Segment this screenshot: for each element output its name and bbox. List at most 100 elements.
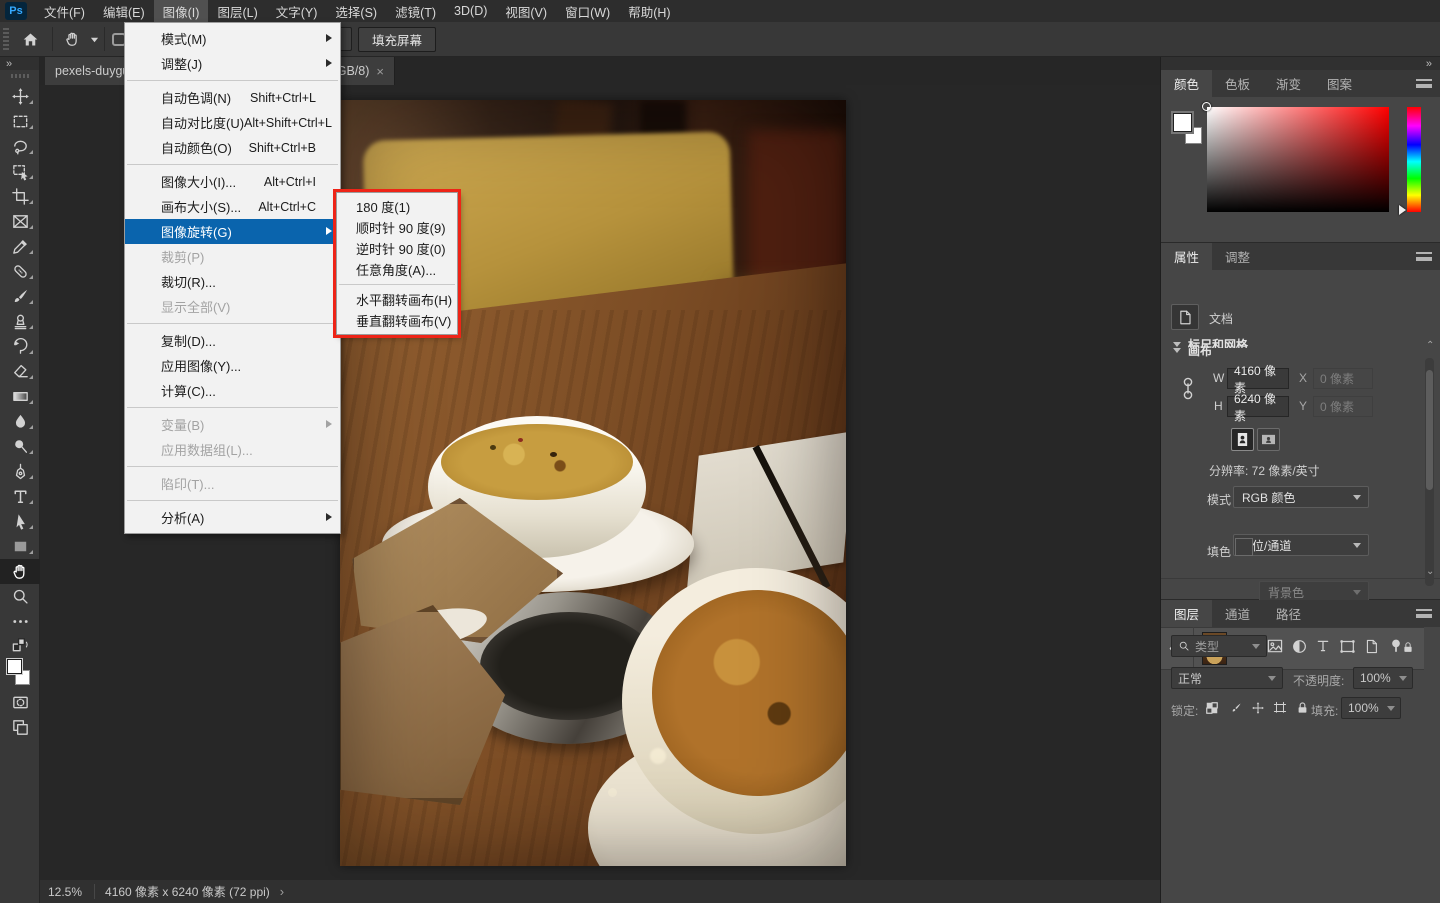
layer-filter-dropdown[interactable]: 类型 (1171, 635, 1267, 657)
menu-window[interactable]: 窗口(W) (556, 0, 619, 22)
filter-pixel-layers-icon[interactable] (1264, 635, 1286, 657)
toolbar-grip[interactable] (11, 74, 29, 78)
toolbar-expand-button[interactable]: » (0, 57, 39, 70)
canvas-section-header[interactable]: 画布 (1173, 342, 1212, 359)
move-tool[interactable] (0, 84, 40, 109)
blend-mode-dropdown[interactable]: 正常 (1171, 667, 1283, 689)
clone-stamp-tool[interactable] (0, 309, 40, 334)
menu-view[interactable]: 视图(V) (496, 0, 556, 22)
link-dimensions-icon[interactable] (1181, 374, 1195, 407)
fill-color-swatch[interactable] (1235, 538, 1253, 556)
blur-tool[interactable] (0, 409, 40, 434)
menu-layer[interactable]: 图层(L) (208, 0, 266, 22)
bit-depth-dropdown[interactable]: 8 位/通道 (1233, 534, 1369, 556)
menu-filter[interactable]: 滤镜(T) (386, 0, 445, 22)
height-field[interactable]: 6240 像素 (1227, 396, 1289, 417)
submenu-item-180[interactable]: 180 度(1) (337, 196, 457, 217)
submenu-item-90-cw[interactable]: 顺时针 90 度(9) (337, 217, 457, 238)
panel-menu-icon[interactable] (1416, 252, 1432, 261)
color-cursor[interactable] (1202, 102, 1211, 111)
color-mode-dropdown[interactable]: RGB 颜色 (1233, 486, 1369, 508)
hand-tool-preset[interactable] (60, 27, 86, 51)
dock-expand-button[interactable]: » (1426, 58, 1432, 70)
home-button[interactable] (16, 27, 44, 51)
x-field[interactable]: 0 像素 (1313, 368, 1373, 389)
lock-artboard-icon[interactable] (1269, 697, 1291, 719)
menu-item-trim[interactable]: 裁切(R)... (125, 269, 340, 294)
quick-mask-button[interactable] (0, 690, 40, 715)
submenu-item-flip-vertical[interactable]: 垂直翻转画布(V) (337, 310, 457, 331)
menu-help[interactable]: 帮助(H) (619, 0, 679, 22)
swap-colors-button[interactable] (0, 634, 40, 656)
tab-patterns[interactable]: 图案 (1314, 70, 1365, 97)
scroll-up-icon[interactable]: ⌃ (1426, 340, 1434, 351)
options-grip[interactable] (3, 28, 9, 50)
foreground-background-swatches[interactable] (0, 656, 40, 690)
menu-select[interactable]: 选择(S) (326, 0, 386, 22)
filter-shape-layers-icon[interactable] (1336, 635, 1358, 657)
rectangle-tool[interactable] (0, 534, 40, 559)
crop-tool[interactable] (0, 184, 40, 209)
menu-item-adjustments[interactable]: 调整(J) (125, 51, 340, 76)
saturation-field[interactable] (1207, 107, 1389, 212)
panel-menu-icon[interactable] (1416, 79, 1432, 88)
scroll-down-icon[interactable]: ⌄ (1426, 566, 1434, 577)
fill-opacity-field[interactable]: 100% (1341, 697, 1401, 719)
opacity-field[interactable]: 100% (1353, 667, 1413, 689)
y-field[interactable]: 0 像素 (1313, 396, 1373, 417)
submenu-item-flip-horizontal[interactable]: 水平翻转画布(H) (337, 289, 457, 310)
frame-tool[interactable] (0, 209, 40, 234)
tab-paths[interactable]: 路径 (1263, 600, 1314, 627)
lasso-tool[interactable] (0, 134, 40, 159)
tab-color[interactable]: 颜色 (1161, 70, 1212, 97)
lock-transparency-icon[interactable] (1201, 697, 1223, 719)
menu-3d[interactable]: 3D(D) (445, 0, 496, 22)
menu-item-image-size[interactable]: 图像大小(I)...Alt+Ctrl+I (125, 169, 340, 194)
panel-menu-icon[interactable] (1416, 609, 1432, 618)
tab-swatches[interactable]: 色板 (1212, 70, 1263, 97)
menu-item-auto-color[interactable]: 自动颜色(O)Shift+Ctrl+B (125, 135, 340, 160)
menu-type[interactable]: 文字(Y) (267, 0, 327, 22)
preset-dropdown[interactable] (88, 27, 100, 51)
menu-item-image-rotation[interactable]: 图像旋转(G) (125, 219, 340, 244)
healing-brush-tool[interactable] (0, 259, 40, 284)
eraser-tool[interactable] (0, 359, 40, 384)
scrollbar-thumb[interactable] (1426, 370, 1433, 490)
document-type-button[interactable] (1171, 304, 1199, 330)
lock-all-icon[interactable] (1291, 697, 1313, 719)
eyedropper-tool[interactable] (0, 234, 40, 259)
tab-layers[interactable]: 图层 (1161, 600, 1212, 627)
fill-screen-button[interactable]: 填充屏幕 (358, 27, 436, 52)
lock-pixels-icon[interactable] (1225, 697, 1247, 719)
marquee-tool[interactable] (0, 109, 40, 134)
history-brush-tool[interactable] (0, 334, 40, 359)
pen-tool[interactable] (0, 459, 40, 484)
menu-item-mode[interactable]: 模式(M) (125, 26, 340, 51)
zoom-level-field[interactable]: 12.5% (40, 885, 94, 899)
foreground-color-swatch[interactable] (7, 659, 22, 674)
menu-edit[interactable]: 编辑(E) (94, 0, 154, 22)
lock-position-icon[interactable] (1247, 697, 1269, 719)
tab-close-icon[interactable]: × (376, 64, 384, 79)
screen-mode-button[interactable] (0, 715, 40, 740)
portrait-orientation-button[interactable] (1231, 428, 1254, 451)
menu-file[interactable]: 文件(F) (35, 0, 94, 22)
edit-toolbar-button[interactable] (0, 609, 40, 634)
filter-adjustment-layers-icon[interactable] (1288, 635, 1310, 657)
menu-item-analysis[interactable]: 分析(A) (125, 505, 340, 530)
menu-image[interactable]: 图像(I) (154, 0, 209, 22)
type-tool[interactable] (0, 484, 40, 509)
tab-gradients[interactable]: 渐变 (1263, 70, 1314, 97)
brush-tool[interactable] (0, 284, 40, 309)
submenu-item-90-ccw[interactable]: 逆时针 90 度(0) (337, 238, 457, 259)
dodge-tool[interactable] (0, 434, 40, 459)
filter-toggle-icon[interactable] (1385, 635, 1407, 657)
width-field[interactable]: 4160 像素 (1227, 368, 1289, 389)
tab-adjustments[interactable]: 调整 (1212, 243, 1263, 270)
zoom-tool[interactable] (0, 584, 40, 609)
submenu-item-arbitrary[interactable]: 任意角度(A)... (337, 259, 457, 280)
hue-slider[interactable] (1407, 107, 1421, 212)
tab-channels[interactable]: 通道 (1212, 600, 1263, 627)
color-swatches[interactable] (1173, 113, 1207, 149)
status-chevron-icon[interactable]: › (280, 884, 284, 899)
